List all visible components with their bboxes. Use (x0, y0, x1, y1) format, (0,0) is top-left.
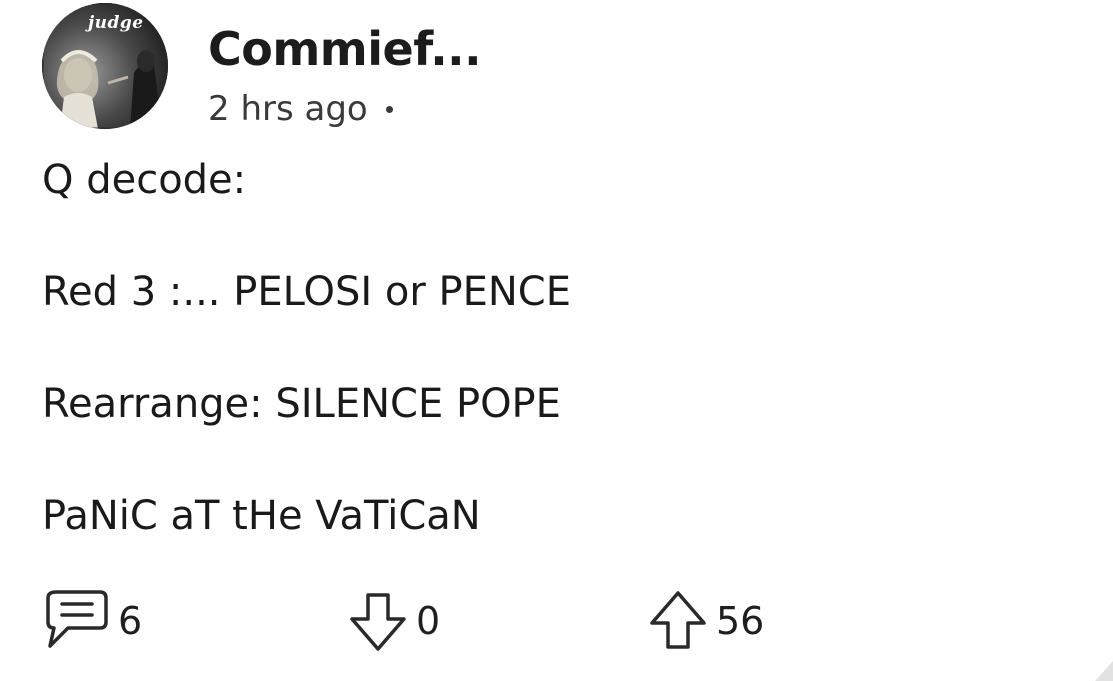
upvote-count: 56 (716, 599, 765, 643)
post-body-line: Red 3 :... PELOSI or PENCE (42, 269, 572, 315)
comment-count: 6 (118, 599, 143, 643)
author-name[interactable]: Commief... (208, 22, 482, 76)
post-meta: 2 hrs ago (208, 89, 393, 129)
arrow-down-icon (350, 593, 406, 651)
avatar-badge-text: judge (88, 13, 144, 33)
post-body-line: PaNiC aT tHe VaTiCaN (42, 493, 481, 539)
post-body-line: Rearrange: SILENCE POPE (42, 381, 561, 427)
post-timestamp: 2 hrs ago (208, 89, 368, 129)
avatar[interactable]: judge (42, 3, 168, 129)
post-body-line: Q decode: (42, 157, 247, 203)
post-actions: 6 0 56 (42, 586, 842, 656)
downvote-button[interactable]: 0 (346, 586, 440, 656)
downvote-count: 0 (416, 599, 441, 643)
arrow-up-icon (650, 591, 706, 649)
post-body: Q decode: Red 3 :... PELOSI or PENCE Rea… (42, 158, 1042, 606)
comment-button[interactable]: 6 (42, 586, 142, 656)
meta-separator-dot (385, 105, 393, 113)
corner-fold-mark (1095, 661, 1113, 681)
comment-icon (46, 590, 108, 648)
upvote-button[interactable]: 56 (646, 586, 764, 656)
post-card: judge Commief... 2 hrs ago Q decode: Red… (0, 0, 1113, 681)
